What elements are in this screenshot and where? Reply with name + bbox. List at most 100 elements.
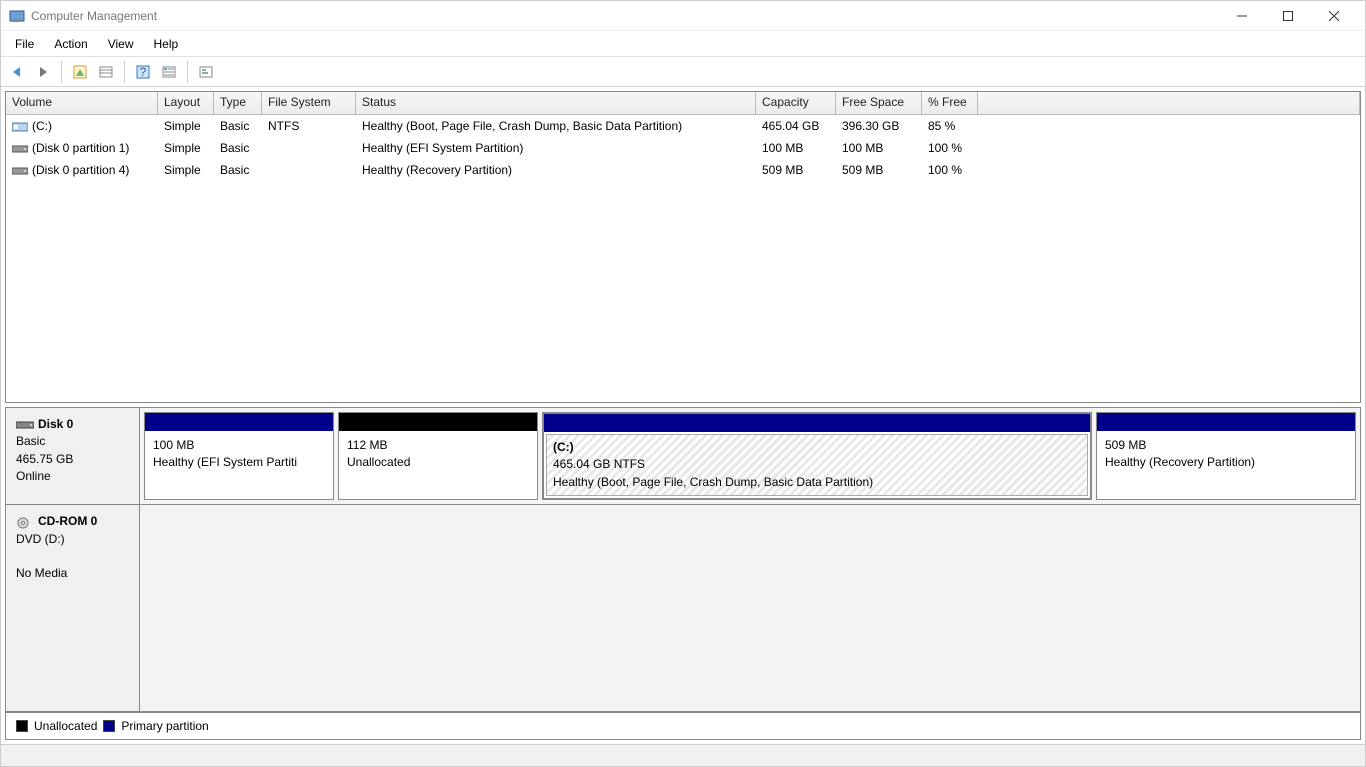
refresh-icon[interactable]	[68, 60, 92, 84]
partition-size: 112 MB	[347, 438, 387, 452]
back-button[interactable]	[5, 60, 29, 84]
menu-view[interactable]: View	[98, 33, 144, 55]
disk-row-cdrom: CD-ROM 0 DVD (D:) No Media	[6, 505, 1360, 712]
partition-size: 509 MB	[1105, 438, 1146, 452]
menubar: File Action View Help	[1, 31, 1365, 57]
toolbar-separator	[61, 61, 62, 83]
partition-color-bar	[339, 413, 537, 431]
properties-icon[interactable]	[94, 60, 118, 84]
window-controls	[1219, 1, 1357, 31]
volume-type: Basic	[214, 119, 262, 133]
menu-help[interactable]: Help	[144, 33, 189, 55]
col-volume[interactable]: Volume	[6, 92, 158, 114]
cdrom-line3: No Media	[16, 566, 67, 580]
col-capacity[interactable]: Capacity	[756, 92, 836, 114]
window-title: Computer Management	[31, 9, 1219, 23]
titlebar: Computer Management	[1, 1, 1365, 31]
volume-icon	[12, 121, 28, 133]
volume-pct: 100 %	[922, 163, 978, 177]
col-status[interactable]: Status	[356, 92, 756, 114]
volume-type: Basic	[214, 163, 262, 177]
minimize-button[interactable]	[1219, 1, 1265, 31]
volume-list-pane: Volume Layout Type File System Status Ca…	[5, 91, 1361, 403]
help-icon[interactable]: ?	[131, 60, 155, 84]
volume-icon	[12, 143, 28, 155]
toolbar: ?	[1, 57, 1365, 87]
partition-status: Healthy (Boot, Page File, Crash Dump, Ba…	[553, 475, 873, 489]
disk0-name: Disk 0	[38, 417, 73, 431]
volume-layout: Simple	[158, 119, 214, 133]
legend-label-unallocated: Unallocated	[34, 719, 97, 733]
window: Computer Management File Action View Hel…	[0, 0, 1366, 767]
partition-block[interactable]: 100 MB Healthy (EFI System Partiti	[144, 412, 334, 500]
statusbar	[1, 744, 1365, 766]
legend: Unallocated Primary partition	[6, 712, 1360, 739]
col-filesystem[interactable]: File System	[262, 92, 356, 114]
menu-action[interactable]: Action	[44, 33, 97, 55]
partition-status: Unallocated	[347, 455, 410, 469]
col-freespace[interactable]: Free Space	[836, 92, 922, 114]
volume-free: 509 MB	[836, 163, 922, 177]
volume-icon	[12, 165, 28, 177]
settings-icon[interactable]	[194, 60, 218, 84]
volume-row[interactable]: (C:)SimpleBasicNTFSHealthy (Boot, Page F…	[6, 115, 1360, 137]
volume-list-header: Volume Layout Type File System Status Ca…	[6, 92, 1360, 115]
volume-name: (C:)	[32, 119, 52, 133]
volume-capacity: 465.04 GB	[756, 119, 836, 133]
col-layout[interactable]: Layout	[158, 92, 214, 114]
volume-capacity: 100 MB	[756, 141, 836, 155]
volume-layout: Simple	[158, 141, 214, 155]
disk0-type: Basic	[16, 434, 45, 448]
volume-free: 100 MB	[836, 141, 922, 155]
maximize-button[interactable]	[1265, 1, 1311, 31]
volume-status: Healthy (Boot, Page File, Crash Dump, Ba…	[356, 119, 756, 133]
disk0-partitions: 100 MB Healthy (EFI System Partiti 112 MB U…	[140, 408, 1360, 504]
volume-list-body: (C:)SimpleBasicNTFSHealthy (Boot, Page F…	[6, 115, 1360, 402]
volume-row[interactable]: (Disk 0 partition 4) SimpleBasic Healthy (…	[6, 159, 1360, 181]
volume-free: 396.30 GB	[836, 119, 922, 133]
volume-status: Healthy (EFI System Partition)	[356, 141, 756, 155]
cdrom-empty-area	[140, 505, 1360, 711]
partition-block[interactable]: (C:)465.04 GB NTFSHealthy (Boot, Page Fi…	[542, 412, 1092, 500]
partition-size: 465.04 GB NTFS	[553, 457, 645, 471]
close-button[interactable]	[1311, 1, 1357, 31]
cdrom-icon	[16, 517, 34, 527]
partition-info: 100 MB Healthy (EFI System Partiti	[145, 431, 333, 499]
volume-name: (Disk 0 partition 4)	[32, 163, 129, 177]
disk0-label[interactable]: Disk 0 Basic 465.75 GB Online	[6, 408, 140, 504]
partition-status: Healthy (EFI System Partiti	[153, 455, 297, 469]
partition-status: Healthy (Recovery Partition)	[1105, 455, 1255, 469]
cdrom-name: CD-ROM 0	[38, 514, 97, 528]
partition-size: 100 MB	[153, 438, 194, 452]
forward-button[interactable]	[31, 60, 55, 84]
volume-pct: 85 %	[922, 119, 978, 133]
volume-status: Healthy (Recovery Partition)	[356, 163, 756, 177]
volume-layout: Simple	[158, 163, 214, 177]
col-type[interactable]: Type	[214, 92, 262, 114]
partition-info: 509 MB Healthy (Recovery Partition)	[1097, 431, 1355, 499]
partition-color-bar	[145, 413, 333, 431]
list-icon[interactable]	[157, 60, 181, 84]
disk-row-disk0: Disk 0 Basic 465.75 GB Online 100 MB Heal…	[6, 408, 1360, 505]
partition-color-bar	[1097, 413, 1355, 431]
cdrom-label[interactable]: CD-ROM 0 DVD (D:) No Media	[6, 505, 140, 711]
partition-block[interactable]: 509 MB Healthy (Recovery Partition)	[1096, 412, 1356, 500]
col-pctfree[interactable]: % Free	[922, 92, 978, 114]
volume-capacity: 509 MB	[756, 163, 836, 177]
partition-block[interactable]: 112 MB Unallocated	[338, 412, 538, 500]
volume-name: (Disk 0 partition 1)	[32, 141, 129, 155]
legend-swatch-unallocated	[16, 720, 28, 732]
disk-graphical-pane: Disk 0 Basic 465.75 GB Online 100 MB Heal…	[5, 407, 1361, 740]
disk0-status: Online	[16, 469, 51, 483]
volume-type: Basic	[214, 141, 262, 155]
disk-icon	[16, 420, 34, 430]
legend-label-primary: Primary partition	[121, 719, 208, 733]
menu-file[interactable]: File	[5, 33, 44, 55]
toolbar-separator-3	[187, 61, 188, 83]
partition-color-bar	[544, 414, 1090, 432]
volume-row[interactable]: (Disk 0 partition 1) SimpleBasic Healthy (…	[6, 137, 1360, 159]
svg-text:?: ?	[140, 65, 147, 79]
volume-pct: 100 %	[922, 141, 978, 155]
disk0-size: 465.75 GB	[16, 452, 73, 466]
col-spacer	[978, 92, 1360, 114]
